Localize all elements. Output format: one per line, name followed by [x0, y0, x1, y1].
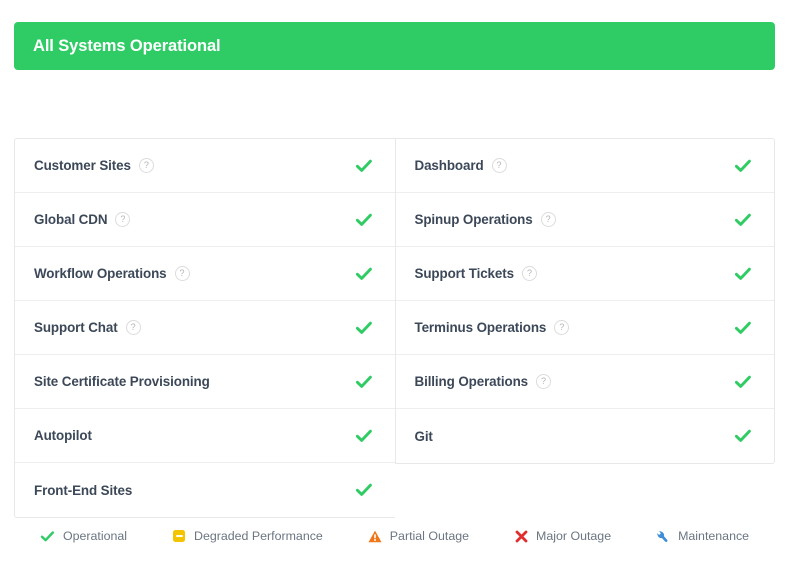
component-name: Support Chat [34, 320, 118, 335]
legend-label: Degraded Performance [194, 529, 323, 543]
component-row: Support Tickets? [395, 247, 774, 301]
cross-icon [513, 528, 529, 544]
legend-label: Major Outage [536, 529, 612, 543]
component-name: Workflow Operations [34, 266, 167, 281]
legend-label: Partial Outage [389, 529, 470, 543]
check-icon [355, 157, 373, 175]
check-icon [355, 373, 373, 391]
component-name: Terminus Operations [414, 320, 547, 335]
wrench-icon [655, 528, 671, 544]
component-row: Billing Operations? [395, 355, 774, 409]
component-name: Global CDN [34, 212, 108, 227]
check-icon [734, 373, 752, 391]
component-name: Spinup Operations [414, 212, 533, 227]
legend-item: Degraded Performance [171, 528, 323, 544]
overall-status-banner: All Systems Operational [14, 22, 775, 70]
component-name: Billing Operations [414, 374, 529, 389]
legend-label: Maintenance [678, 529, 750, 543]
help-icon[interactable]: ? [554, 320, 570, 335]
legend-label: Operational [62, 529, 127, 543]
help-icon[interactable]: ? [138, 158, 154, 173]
component-name: Support Tickets [414, 266, 515, 281]
check-icon [40, 528, 56, 544]
check-icon [734, 265, 752, 283]
status-page: All Systems Operational Customer Sites? G… [0, 0, 800, 573]
legend-item: Operational [40, 528, 127, 544]
overall-status-title: All Systems Operational [33, 36, 221, 55]
component-name: Site Certificate Provisioning [34, 374, 210, 389]
components-column-left: Customer Sites? Global CDN? Workflow Opera… [14, 138, 395, 518]
component-row: Customer Sites? [15, 139, 395, 193]
check-icon [734, 157, 752, 175]
component-row: Terminus Operations? [395, 301, 774, 355]
component-name: Git [414, 428, 433, 444]
component-name: Dashboard [414, 158, 484, 173]
check-icon [734, 427, 752, 445]
status-legend: Operational Degraded Performance Partial O… [14, 528, 775, 544]
component-name: Front-End Sites [34, 482, 133, 498]
check-icon [355, 427, 373, 445]
check-icon [355, 265, 373, 283]
component-row: Support Chat? [15, 301, 395, 355]
components-table: Customer Sites? Global CDN? Workflow Opera… [14, 138, 775, 518]
legend-item: Partial Outage [367, 528, 469, 544]
component-row: Autopilot [15, 409, 395, 463]
help-icon[interactable]: ? [125, 320, 141, 335]
help-icon[interactable]: ? [115, 212, 131, 227]
component-row: Spinup Operations? [395, 193, 774, 247]
component-row: Front-End Sites [15, 463, 395, 517]
component-row: Git [396, 409, 775, 463]
component-row: Global CDN? [15, 193, 395, 247]
help-icon[interactable]: ? [540, 212, 556, 227]
component-name: Customer Sites [34, 158, 131, 173]
check-icon [355, 481, 373, 499]
check-icon [355, 319, 373, 337]
components-column-right: Dashboard? Spinup Operations? Support Tick… [394, 138, 775, 464]
check-icon [734, 319, 752, 337]
component-row: Dashboard? [395, 139, 774, 193]
warning-triangle-icon [367, 528, 383, 544]
component-name: Autopilot [34, 428, 92, 443]
minus-box-icon [171, 528, 187, 544]
help-icon[interactable]: ? [491, 158, 507, 173]
check-icon [734, 211, 752, 229]
help-icon[interactable]: ? [521, 266, 537, 281]
check-icon [355, 211, 373, 229]
component-row: Workflow Operations? [15, 247, 395, 301]
help-icon[interactable]: ? [174, 266, 190, 281]
help-icon[interactable]: ? [536, 374, 552, 389]
legend-item: Major Outage [513, 528, 611, 544]
component-row: Site Certificate Provisioning [15, 355, 395, 409]
legend-item: Maintenance [655, 528, 749, 544]
